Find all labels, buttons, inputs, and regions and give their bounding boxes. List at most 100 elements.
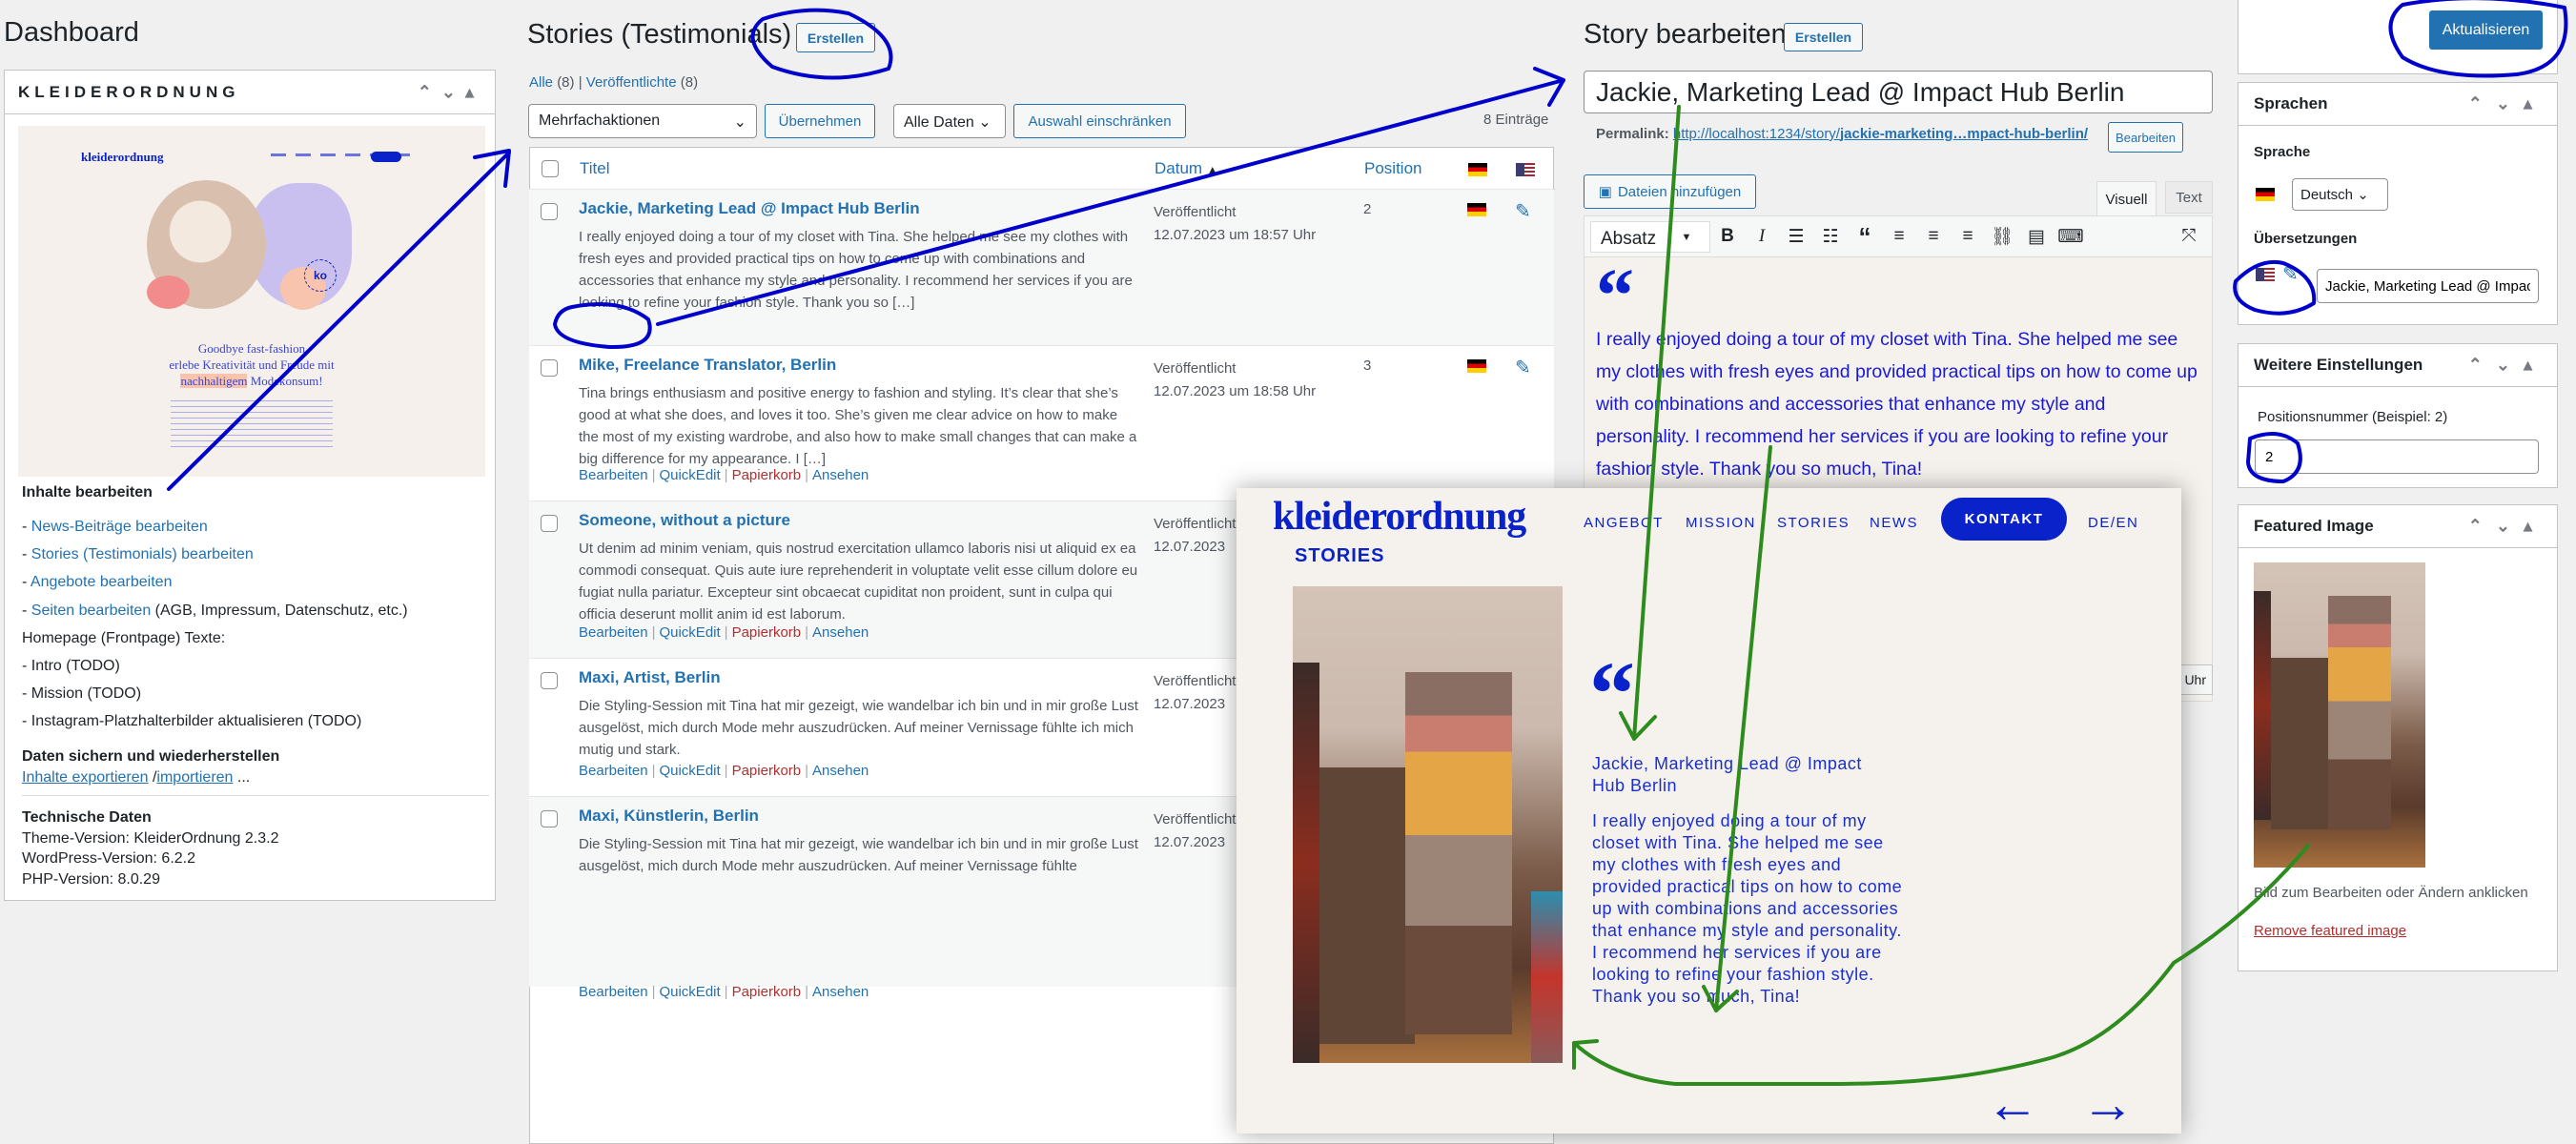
editor-content[interactable]: I really enjoyed doing a tour of my clos… xyxy=(1596,323,2201,485)
nav-news[interactable]: NEWS xyxy=(1870,515,1918,531)
row-view-link[interactable]: Ansehen xyxy=(812,984,869,1000)
row-edit-link[interactable]: Bearbeiten xyxy=(579,984,648,1000)
filter-all[interactable]: Alle xyxy=(529,74,553,91)
prev-arrow-icon[interactable]: ← xyxy=(1986,1077,2039,1131)
edit-translation-icon[interactable]: ✎ xyxy=(1515,199,1531,223)
featured-hint: Bild zum Bearbeiten oder Ändern anklicke… xyxy=(2254,885,2528,901)
row-position: 3 xyxy=(1363,358,1372,374)
row-trash-link[interactable]: Papierkorb xyxy=(732,467,802,483)
toolbar-toggle-icon[interactable]: ⌨ xyxy=(2054,226,2088,248)
row-excerpt: Die Styling-Session mit Tina hat mir gez… xyxy=(579,836,1138,874)
blockquote-icon[interactable]: “ xyxy=(1848,222,1882,252)
row-quickedit-link[interactable]: QuickEdit xyxy=(659,984,720,1000)
flag-de-icon xyxy=(1467,203,1486,216)
row-title-link[interactable]: Maxi, Artist, Berlin xyxy=(579,668,721,687)
row-quickedit-link[interactable]: QuickEdit xyxy=(659,467,720,483)
row-checkbox[interactable] xyxy=(541,515,558,532)
next-arrow-icon[interactable]: → xyxy=(2081,1077,2135,1131)
languages-title: Sprachen xyxy=(2254,94,2328,112)
add-media-button[interactable]: ▣ Dateien hinzufügen xyxy=(1584,174,1756,209)
column-date[interactable]: Datum ▲ xyxy=(1155,159,1218,178)
image-detail xyxy=(2254,591,2271,820)
align-right-icon[interactable]: ≡ xyxy=(1951,226,1985,247)
row-checkbox[interactable] xyxy=(541,359,558,377)
align-left-icon[interactable]: ≡ xyxy=(1882,226,1916,247)
apply-button[interactable]: Übernehmen xyxy=(765,104,875,138)
row-status-label: Veröffentlicht xyxy=(1154,516,1237,532)
tab-visual[interactable]: Visuell xyxy=(2096,181,2157,216)
column-title[interactable]: Titel xyxy=(580,159,610,178)
row-title-link[interactable]: Maxi, Künstlerin, Berlin xyxy=(579,807,759,826)
language-switch[interactable]: DE/EN xyxy=(2088,515,2138,531)
editor-create-button[interactable]: Erstellen xyxy=(1784,23,1863,51)
column-position[interactable]: Position xyxy=(1364,159,1421,178)
row-checkbox[interactable] xyxy=(541,672,558,689)
row-checkbox[interactable] xyxy=(541,810,558,827)
nav-stories[interactable]: STORIES xyxy=(1777,515,1850,531)
row-actions: Bearbeiten|QuickEdit|Papierkorb|Ansehen xyxy=(579,467,869,483)
row-edit-link[interactable]: Bearbeiten xyxy=(579,763,648,779)
row-status-label: Veröffentlicht xyxy=(1154,811,1237,827)
row-trash-link[interactable]: Papierkorb xyxy=(732,624,802,641)
section-title: STORIES xyxy=(1295,545,1385,566)
format-select-value: Absatz xyxy=(1601,228,1657,249)
read-more-icon[interactable]: ▤ xyxy=(2019,226,2054,248)
site-logo[interactable]: kleiderordnung xyxy=(1273,494,1526,540)
box-controls[interactable]: ⌃⌄▴ xyxy=(2468,517,2545,537)
filter-published[interactable]: Veröffentlichte xyxy=(586,74,677,91)
bullet-list-icon[interactable]: ☰ xyxy=(1779,226,1813,248)
editor-title: Story bearbeiten xyxy=(1584,19,1787,50)
remove-featured-link[interactable]: Remove featured image xyxy=(2254,923,2406,939)
permalink-url[interactable]: http://localhost:1234/story/jackie-marke… xyxy=(1673,126,2088,142)
row-quickedit-link[interactable]: QuickEdit xyxy=(659,624,720,641)
row-view-link[interactable]: Ansehen xyxy=(812,467,869,483)
row-quickedit-link[interactable]: QuickEdit xyxy=(659,763,720,779)
date-filter-select[interactable]: Alle Daten ⌄ xyxy=(893,104,1006,138)
link-icon[interactable]: ⛓ xyxy=(1985,225,2019,248)
create-story-button[interactable]: Erstellen xyxy=(796,23,875,52)
italic-icon[interactable]: I xyxy=(1745,226,1779,247)
box-controls[interactable]: ⌃⌄▴ xyxy=(2468,94,2545,114)
translation-input[interactable] xyxy=(2317,269,2539,303)
filter-button[interactable]: Auswahl einschränken xyxy=(1013,104,1186,138)
flag-us-icon xyxy=(2256,268,2275,281)
nav-mission[interactable]: MISSION xyxy=(1686,515,1756,531)
nav-contact-button[interactable]: KONTAKT xyxy=(1941,498,2067,541)
align-center-icon[interactable]: ≡ xyxy=(1916,226,1951,247)
edit-translation-icon[interactable]: ✎ xyxy=(1515,356,1531,379)
bulk-actions-select[interactable]: Mehrfachaktionen ⌄ xyxy=(528,104,757,138)
edit-translation-icon[interactable]: ✎ xyxy=(2282,262,2299,286)
language-select[interactable]: Deutsch ⌄ xyxy=(2292,178,2388,211)
permalink-edit-button[interactable]: Bearbeiten xyxy=(2108,122,2183,153)
row-title-link[interactable]: Mike, Freelance Translator, Berlin xyxy=(579,356,836,375)
position-input[interactable] xyxy=(2255,439,2539,474)
tab-text[interactable]: Text xyxy=(2165,181,2213,214)
format-select[interactable]: Absatz ▼ xyxy=(1590,220,1710,253)
frontend-preview: kleiderordnung ANGEBOT MISSION STORIES N… xyxy=(1237,488,2181,1134)
row-status-label: Veröffentlicht xyxy=(1154,204,1237,220)
row-title-link[interactable]: Someone, without a picture xyxy=(579,511,790,530)
row-trash-link[interactable]: Papierkorb xyxy=(732,763,802,779)
fullscreen-icon[interactable]: ⤧ xyxy=(2172,226,2206,247)
bold-icon[interactable]: B xyxy=(1710,226,1745,247)
row-edit-link[interactable]: Bearbeiten xyxy=(579,624,648,641)
numbered-list-icon[interactable]: ☷ xyxy=(1813,226,1848,248)
row-view-link[interactable]: Ansehen xyxy=(812,624,869,641)
row-actions: Bearbeiten|QuickEdit|Papierkorb|Ansehen xyxy=(579,624,869,641)
row-status-label: Veröffentlicht xyxy=(1154,360,1237,377)
chevron-down-icon: ⌄ xyxy=(2357,187,2369,203)
row-status: Veröffentlicht 12.07.2023 um 18:58 Uhr xyxy=(1154,358,1316,403)
post-title-input[interactable] xyxy=(1584,71,2213,113)
row-status: Veröffentlicht 12.07.2023 xyxy=(1154,513,1236,559)
row-view-link[interactable]: Ansehen xyxy=(812,763,869,779)
row-trash-link[interactable]: Papierkorb xyxy=(732,984,802,1000)
box-controls[interactable]: ⌃⌄▴ xyxy=(2468,356,2545,376)
row-title-link[interactable]: Jackie, Marketing Lead @ Impact Hub Berl… xyxy=(579,199,920,218)
row-edit-link[interactable]: Bearbeiten xyxy=(579,467,648,483)
nav-angebot[interactable]: ANGEBOT xyxy=(1584,515,1664,531)
featured-image[interactable] xyxy=(2254,562,2425,868)
update-button[interactable]: Aktualisieren xyxy=(2429,10,2543,50)
row-checkbox[interactable] xyxy=(541,203,558,220)
story-photo xyxy=(1293,586,1563,1063)
select-all-checkbox[interactable] xyxy=(542,160,559,177)
